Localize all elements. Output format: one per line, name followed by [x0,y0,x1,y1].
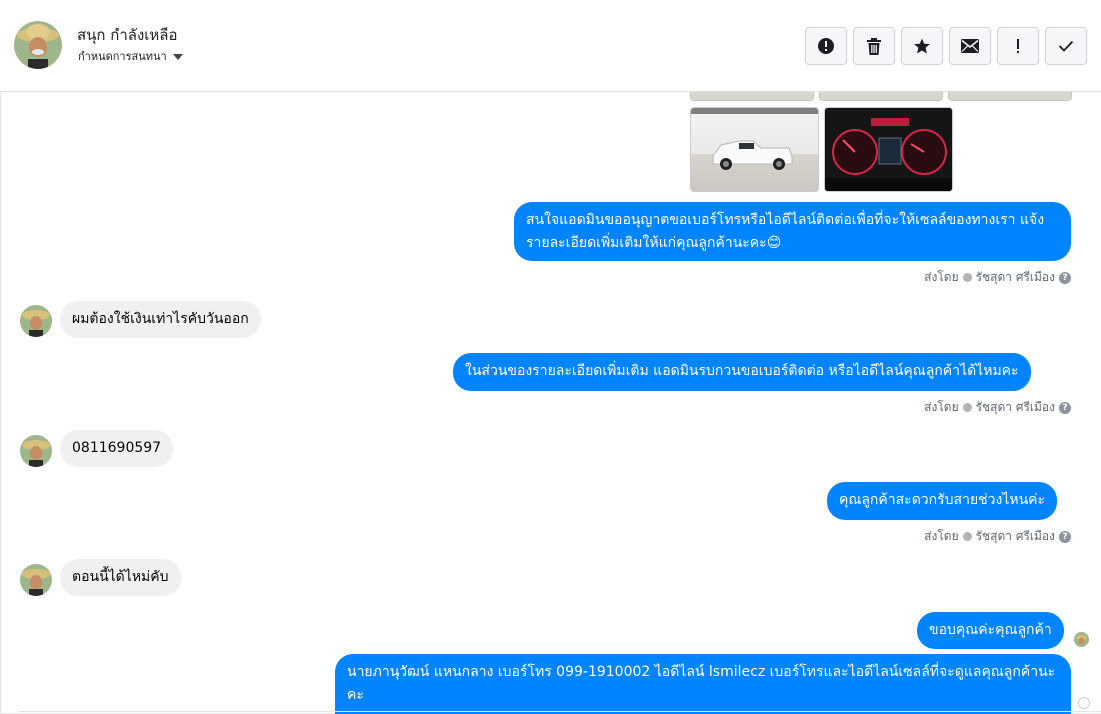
contact-avatar[interactable] [14,21,62,69]
agent-status-icon [962,273,972,282]
alert-circle-icon [818,38,834,54]
sent-by-info: ส่งโดย รัชสุดา ศรีเมือง ? [924,527,1071,546]
star-button[interactable] [901,27,943,65]
help-icon[interactable]: ? [1059,530,1071,543]
message-thread[interactable]: สนใจแอดมินขออนุญาตขอเบอร์โทรหรือไอดีไลน์… [0,92,1101,714]
conversation-toolbar [805,27,1087,65]
scroll-indicator [1078,697,1090,709]
message-text: นายภานุวัฒน์ แหนกลาง เบอร์โทร 099-191000… [347,664,1056,703]
help-icon[interactable]: ? [1059,401,1071,414]
check-icon [1058,40,1074,52]
sender-avatar[interactable] [20,435,52,467]
mark-unread-button[interactable] [949,27,991,65]
sender-avatar[interactable] [20,305,52,337]
exclamation-icon [1017,39,1019,53]
incoming-message[interactable]: 0811690597 [60,430,174,467]
photo-thumbnail[interactable] [819,92,943,101]
message-text: ตอนนี้ได้ไหม่คับ [72,569,169,585]
conversation-header: สนุก กำลังเหลือ กำหนดการสนทนา [0,0,1101,92]
sent-by-prefix: ส่งโดย [924,270,959,284]
star-icon [914,38,930,54]
message-text: สนใจแอดมินขออนุญาตขอเบอร์โทรหรือไอดีไลน์… [526,212,1045,251]
sent-by-prefix: ส่งโดย [924,400,959,414]
sender-avatar[interactable] [20,564,52,596]
caret-down-icon [172,53,183,60]
photo-thumbnail[interactable] [948,92,1072,101]
follow-up-button[interactable] [997,27,1039,65]
assign-label: กำหนดการสนทนา [78,50,167,63]
photo-car-thumbnail[interactable] [690,107,819,192]
trash-icon [867,37,881,55]
outgoing-message[interactable]: สนใจแอดมินขออนุญาตขอเบอร์โทรหรือไอดีไลน์… [514,202,1071,261]
sent-by-info: ส่งโดย รัชสุดา ศรีเมือง ? [924,268,1071,287]
help-icon[interactable]: ? [1059,271,1071,284]
outgoing-message[interactable]: ขอบคุณค่ะคุณลูกค้า [917,612,1064,649]
photo-thumbnail[interactable] [690,92,814,101]
envelope-icon [961,39,979,53]
sent-by-name: รัชสุดา ศรีเมือง [975,529,1055,543]
sent-by-name: รัชสุดา ศรีเมือง [975,400,1055,414]
sent-by-info: ส่งโดย รัชสุดา ศรีเมือง ? [924,398,1071,417]
message-text: ในส่วนของรายละเอียดเพิ่มเติม แอดมินรบกวน… [465,363,1019,379]
outgoing-message[interactable]: คุณลูกค้าสะดวกรับสายช่วงไหนค่ะ [827,482,1058,520]
spam-button[interactable] [805,27,847,65]
contact-name: สนุก กำลังเหลือ [77,26,178,44]
message-text: 0811690597 [72,440,162,456]
incoming-message[interactable]: ผมต้องใช้เงินเท่าไรคับวันออก [60,301,261,338]
incoming-message[interactable]: ตอนนี้ได้ไหม่คับ [60,559,181,596]
photo-dashboard-thumbnail[interactable] [824,107,953,192]
seen-avatar [1074,632,1089,647]
outgoing-message[interactable]: นายภานุวัฒน์ แหนกลาง เบอร์โทร 099-191000… [335,654,1071,714]
assign-conversation-dropdown[interactable]: กำหนดการสนทนา [78,47,183,65]
mark-done-button[interactable] [1045,27,1087,65]
message-text: คุณลูกค้าสะดวกรับสายช่วงไหนค่ะ [839,492,1046,508]
agent-status-icon [962,403,972,412]
message-text: ขอบคุณค่ะคุณลูกค้า [929,622,1052,638]
photo-row-partial [690,92,1072,101]
agent-status-icon [962,532,972,541]
outgoing-message[interactable]: ในส่วนของรายละเอียดเพิ่มเติม แอดมินรบกวน… [453,353,1031,391]
sent-by-name: รัชสุดา ศรีเมือง [975,270,1055,284]
message-text: ผมต้องใช้เงินเท่าไรคับวันออก [72,311,249,327]
sent-by-prefix: ส่งโดย [924,529,959,543]
delete-button[interactable] [853,27,895,65]
